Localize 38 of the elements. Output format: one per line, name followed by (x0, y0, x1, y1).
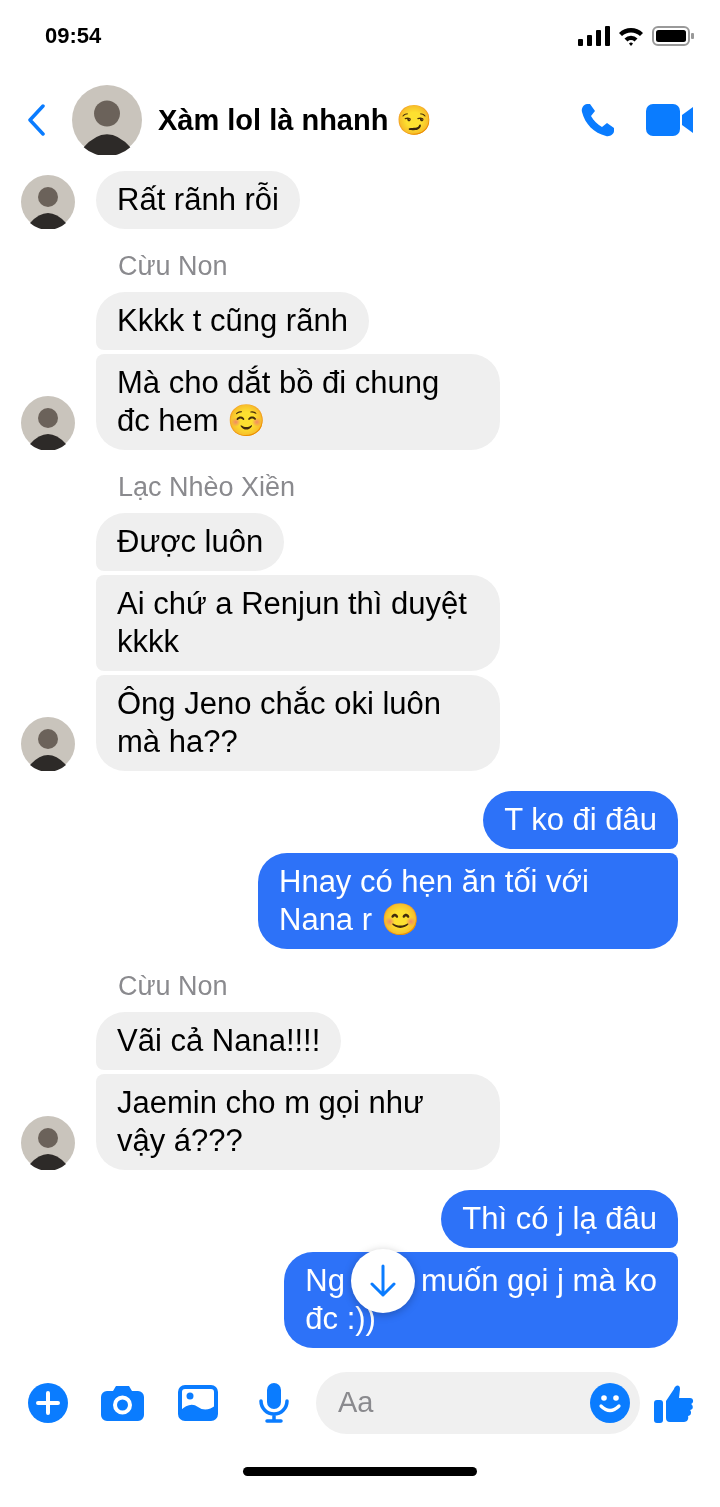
message-text: muốn gọi j mà ko (420, 1262, 657, 1300)
signal-icon (578, 26, 610, 46)
message-field[interactable]: Aa (316, 1371, 640, 1434)
chat-message: Vãi cả Nana!!!! (96, 1012, 342, 1070)
chat-title: Xàm lol là nhanh 😏 (158, 103, 434, 137)
message-text: Ng (305, 1262, 345, 1300)
microphone-icon[interactable] (258, 1382, 290, 1423)
chat-message: Kkkk t cũng rãnh (96, 292, 369, 350)
wifi-icon (618, 26, 644, 46)
sender-name: Lạc Nhèo Xiền (117, 471, 296, 504)
chat-message: T ko đi đâu (483, 791, 678, 849)
chat-message: Ai chứ a Renjun thì duyệt kkkk (96, 575, 500, 671)
video-camera-icon[interactable] (646, 104, 694, 136)
avatar[interactable] (21, 1116, 75, 1170)
emoji-icon[interactable] (590, 1382, 630, 1423)
avatar[interactable] (21, 717, 75, 771)
chat-message: Rất rãnh rỗi (96, 171, 300, 229)
sender-name: Cừu Non (117, 250, 228, 283)
chat-message: Ông Jeno chắc oki luôn mà ha?? (96, 675, 500, 771)
message-input[interactable]: Aa (336, 1385, 590, 1420)
chat-message: Jaemin cho m gọi như vậy á??? (96, 1074, 500, 1170)
chat-message: Hnay có hẹn ăn tối với Nana r 😊 (258, 853, 678, 949)
chat-message: Mà cho dắt bồ đi chung đc hem ☺ (96, 354, 500, 450)
avatar[interactable] (21, 396, 75, 450)
phone-icon[interactable] (580, 102, 616, 138)
sender-name: Cừu Non (117, 970, 228, 1003)
image-icon[interactable] (178, 1384, 218, 1421)
battery-icon (652, 26, 694, 46)
avatar[interactable] (72, 85, 142, 155)
plus-icon[interactable] (28, 1382, 68, 1423)
back-icon[interactable] (26, 104, 46, 136)
message-text: đc :)) (305, 1300, 376, 1338)
arrow-down-icon (369, 1264, 396, 1298)
chat-message: Thì có j lạ đâu (441, 1190, 678, 1248)
avatar[interactable] (21, 175, 75, 229)
chat-message: Được luôn (96, 513, 285, 571)
camera-icon[interactable] (100, 1384, 144, 1421)
clock: 09:54 (45, 23, 102, 49)
